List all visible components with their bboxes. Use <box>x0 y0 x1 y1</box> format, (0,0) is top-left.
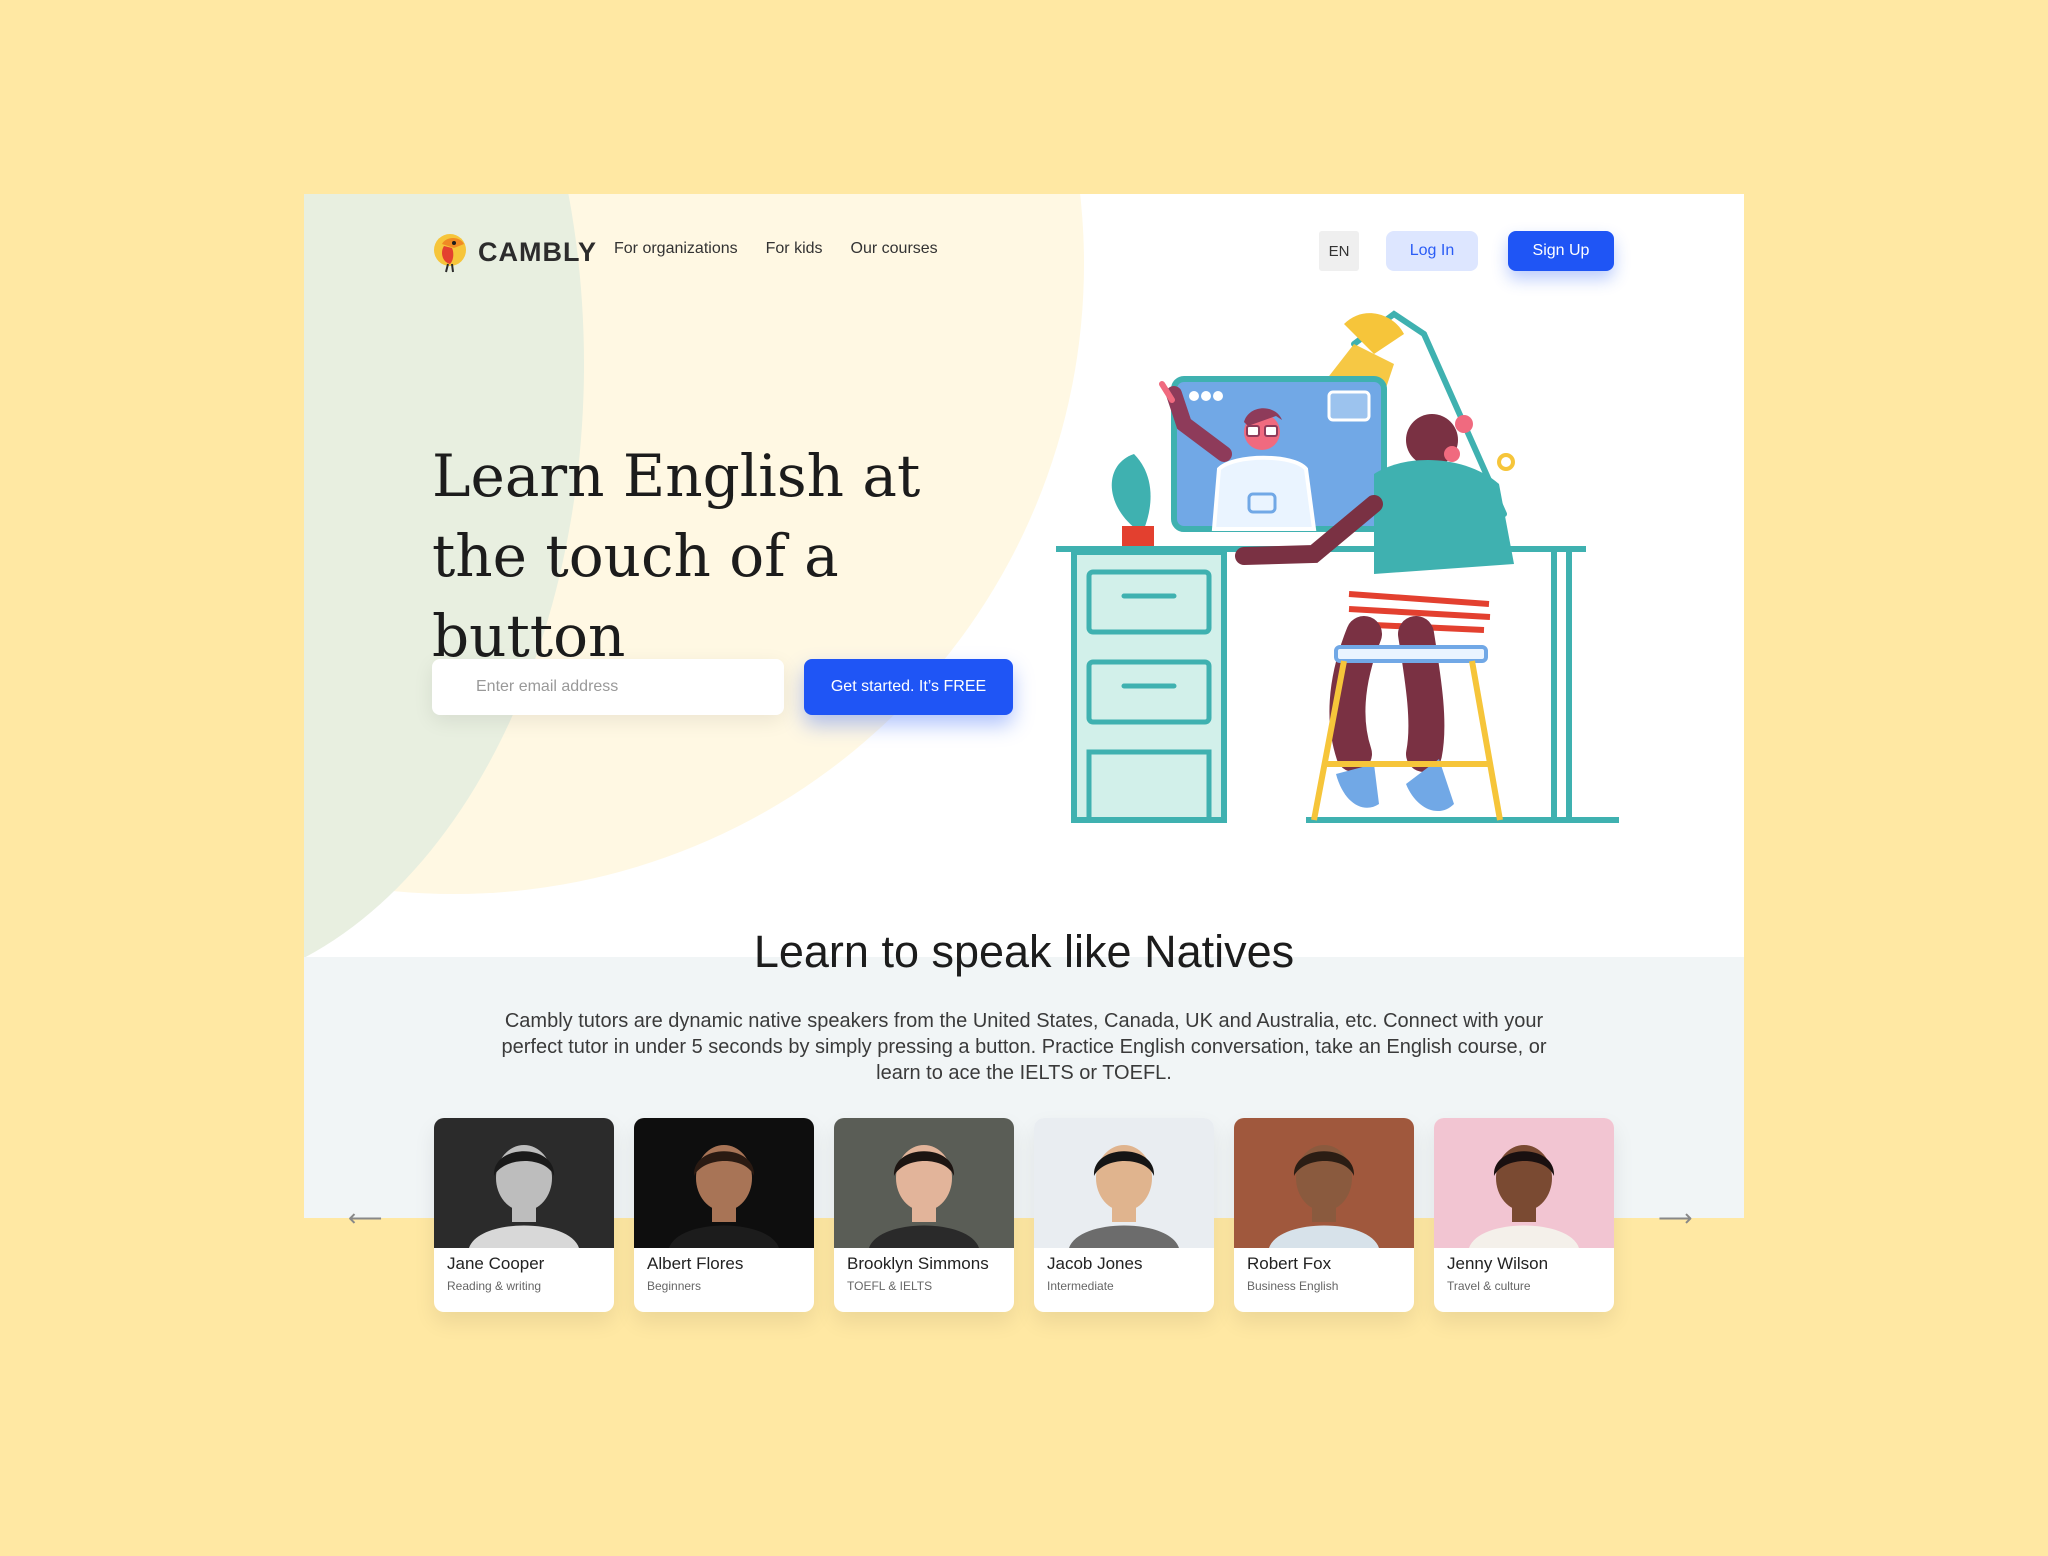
brand-name: CAMBLY <box>478 236 598 267</box>
signup-button[interactable]: Sign Up <box>1508 231 1614 271</box>
tutor-photo <box>834 1118 1014 1248</box>
tutor-card[interactable]: Jenny Wilson Travel & culture <box>1434 1118 1614 1312</box>
tutor-card[interactable]: Albert Flores Beginners <box>634 1118 814 1312</box>
tutor-name: Brooklyn Simmons <box>847 1254 989 1273</box>
hero-illustration <box>1044 304 1624 829</box>
tutor-name: Jacob Jones <box>1047 1254 1143 1273</box>
tutor-subject: Beginners <box>647 1279 702 1293</box>
nav-link-courses[interactable]: Our courses <box>851 240 938 258</box>
nav-link-organizations[interactable]: For organizations <box>614 240 738 258</box>
tutor-subject: TOEFL & IELTS <box>847 1279 933 1293</box>
tutor-name: Albert Flores <box>647 1254 744 1273</box>
get-started-button[interactable]: Get started. It’s FREE <box>804 659 1013 715</box>
logo[interactable]: CAMBLY <box>432 230 597 274</box>
tutor-name: Jane Cooper <box>447 1254 545 1273</box>
login-button[interactable]: Log In <box>1386 231 1478 271</box>
tutor-photo <box>1234 1118 1414 1248</box>
email-input[interactable] <box>432 659 784 715</box>
language-selector[interactable]: EN <box>1319 231 1359 271</box>
main-nav: For organizations For kids Our courses <box>614 240 938 258</box>
tutor-subject: Business English <box>1247 1279 1339 1293</box>
tutor-card[interactable]: Brooklyn Simmons TOEFL & IELTS <box>834 1118 1014 1312</box>
tutor-photo <box>1034 1118 1214 1248</box>
section-title: Learn to speak like Natives <box>753 926 1295 977</box>
arrow-left-icon[interactable]: ⟵ <box>348 1204 382 1233</box>
landing-page: CAMBLY For organizations For kids Our co… <box>304 194 1744 1218</box>
tutor-subject: Reading & writing <box>447 1279 542 1293</box>
hero-title: Learn English at the touch of a button <box>432 442 921 670</box>
tutor-name: Jenny Wilson <box>1447 1254 1549 1273</box>
tutor-card[interactable]: Jacob Jones Intermediate <box>1034 1118 1214 1312</box>
tutor-name: Robert Fox <box>1247 1254 1332 1273</box>
tutor-subject: Travel & culture <box>1447 1279 1531 1293</box>
nav-link-kids[interactable]: For kids <box>766 240 823 258</box>
tutor-photo <box>634 1118 814 1248</box>
arrow-right-icon[interactable]: ⟶ <box>1658 1204 1692 1233</box>
tutor-photo <box>434 1118 614 1248</box>
section-description: Cambly tutors are dynamic native speaker… <box>501 1010 1547 1084</box>
tutor-card[interactable]: Jane Cooper Reading & writing <box>434 1118 614 1312</box>
toucan-logo-icon <box>432 230 472 274</box>
tutor-list: Jane Cooper Reading & writing Albert Flo… <box>434 1118 1614 1312</box>
tutor-card[interactable]: Robert Fox Business English <box>1234 1118 1414 1312</box>
tutor-photo <box>1434 1118 1614 1248</box>
tutor-subject: Intermediate <box>1047 1279 1114 1293</box>
